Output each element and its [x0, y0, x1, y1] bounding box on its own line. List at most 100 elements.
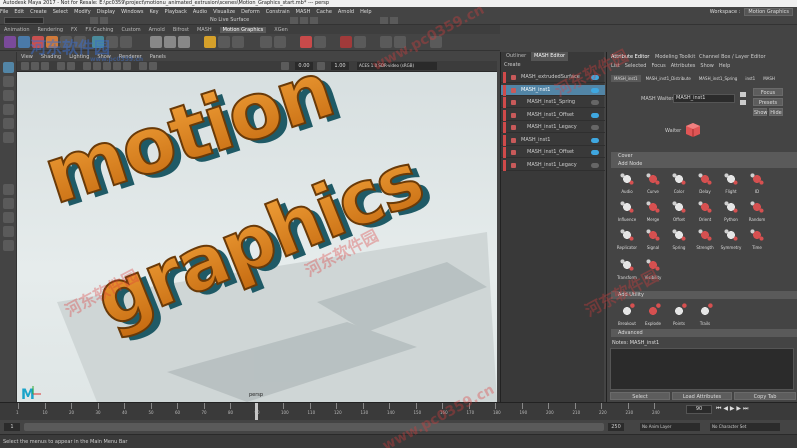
shelf-tab-fx[interactable]: FX [71, 27, 77, 33]
skydome-icon[interactable] [232, 36, 244, 48]
step-back-icon[interactable]: ◀ [723, 405, 728, 412]
load-attributes-button[interactable]: Load Attributes [672, 392, 732, 400]
input-connection-icon[interactable] [740, 92, 746, 97]
shelf-tab-animation[interactable]: Animation [4, 27, 30, 33]
snap-grid-icon[interactable] [290, 17, 298, 24]
node-enable-toggle[interactable] [591, 87, 599, 93]
menu-mash[interactable]: MASH [296, 9, 311, 15]
notes-textarea[interactable] [610, 348, 794, 390]
mash-node-row[interactable]: MASH_inst1_Offset [501, 109, 605, 121]
exposure-field[interactable]: 0.00 [295, 62, 313, 70]
graph-editor-icon[interactable] [354, 36, 366, 48]
lights-icon[interactable] [113, 62, 121, 70]
python-node-icon[interactable] [722, 198, 740, 216]
attr-menu-show[interactable]: Show [700, 63, 714, 69]
select-button[interactable]: Select [610, 392, 670, 400]
rotate-tool-icon[interactable] [3, 118, 14, 129]
paint-select-icon[interactable] [3, 90, 14, 101]
node-tab[interactable]: inst1 [742, 75, 758, 82]
shelf-tab-arnold[interactable]: Arnold [149, 27, 165, 33]
playhead[interactable] [255, 403, 258, 420]
delay-node-icon[interactable] [696, 170, 714, 188]
strength-node-icon[interactable] [696, 226, 714, 244]
attr-menu-attributes[interactable]: Attributes [671, 63, 696, 69]
graph-pane-icon[interactable] [3, 240, 14, 251]
shelf-tab-motion-graphics[interactable]: Motion Graphics [219, 27, 267, 33]
shelf-tab-mash[interactable]: MASH [197, 27, 212, 33]
sphere-icon[interactable] [150, 36, 162, 48]
section-advanced[interactable]: Advanced [611, 329, 797, 337]
workspace-value[interactable]: Motion Graphics [744, 8, 793, 16]
mode-dropdown[interactable] [4, 17, 44, 24]
textured-icon[interactable] [103, 62, 111, 70]
shelf-tab-bifrost[interactable]: Bifrost [173, 27, 189, 33]
current-frame-field[interactable]: 90 [686, 405, 712, 414]
shadows-icon[interactable] [123, 62, 131, 70]
node-enable-toggle[interactable] [591, 162, 599, 168]
camera-icon[interactable] [218, 36, 230, 48]
range-bar[interactable] [24, 423, 604, 431]
mash-node-row[interactable]: MASH_inst1_Spring [501, 97, 605, 108]
tab-channel-box[interactable]: Channel Box / Layer Editor [699, 54, 766, 61]
light-icon[interactable] [204, 36, 216, 48]
menu-constrain[interactable]: Constrain [266, 9, 290, 15]
menu-audio[interactable]: Audio [193, 9, 207, 15]
camera-select-icon[interactable] [21, 62, 29, 70]
id-node-icon[interactable] [748, 170, 766, 188]
character-set-dropdown[interactable]: No Character Set [710, 423, 780, 431]
menu-windows[interactable]: Windows [121, 9, 143, 15]
snap-curve-icon[interactable] [300, 17, 308, 24]
create-menu[interactable]: Create [504, 62, 521, 68]
ipr-render-icon[interactable] [390, 17, 398, 24]
go-end-icon[interactable]: ⏭ [743, 405, 748, 412]
3d-viewport[interactable]: motion motion graphics graphics M persp [17, 72, 497, 402]
menu-edit[interactable]: Edit [14, 9, 24, 15]
shelf-tab-xgen[interactable]: XGen [274, 27, 288, 33]
menu-arnold[interactable]: Arnold [338, 9, 354, 15]
image-plane-icon[interactable] [57, 62, 65, 70]
menu-visualize[interactable]: Visualize [213, 9, 235, 15]
node-tab[interactable]: MASH [760, 75, 778, 82]
influence-node-icon[interactable] [618, 198, 636, 216]
node-enable-toggle[interactable] [591, 112, 599, 118]
shelf-tab-custom[interactable]: Custom [121, 27, 140, 33]
four-pane-icon[interactable] [3, 198, 14, 209]
gamma-field[interactable]: 1.00 [331, 62, 349, 70]
select-tool-icon[interactable] [3, 62, 14, 73]
lock-camera-icon[interactable] [31, 62, 39, 70]
exposure-icon[interactable] [281, 62, 289, 70]
spring-node-icon[interactable] [670, 226, 688, 244]
time-slider[interactable]: 1102030405060708090100110120130140150160… [0, 402, 797, 420]
explode-utility-icon[interactable] [644, 302, 662, 320]
lasso-tool-icon[interactable] [3, 76, 14, 87]
section-add-node[interactable]: Add Node [611, 160, 797, 168]
shelf-tab-fx-caching[interactable]: FX Caching [85, 27, 113, 33]
symmetry-node-icon[interactable] [722, 226, 740, 244]
undo-icon[interactable] [90, 17, 98, 24]
play-icon[interactable]: ▶ [730, 405, 735, 412]
menu-file[interactable]: File [0, 9, 8, 15]
viewport-menu-panels[interactable]: Panels [150, 54, 166, 60]
node-name-field[interactable]: MASH_inst1 [673, 94, 735, 103]
mash-node-row[interactable]: MASH_inst1_Legacy [501, 159, 605, 171]
single-pane-icon[interactable] [3, 184, 14, 195]
node-enable-toggle[interactable] [591, 137, 599, 143]
two-pane-icon[interactable] [3, 212, 14, 223]
tab-modeling-toolkit[interactable]: Modeling Toolkit [655, 54, 695, 61]
distribute-icon[interactable] [18, 36, 30, 48]
replicator-node-icon[interactable] [618, 226, 636, 244]
random-node-icon[interactable] [748, 198, 766, 216]
menu-select[interactable]: Select [53, 9, 68, 15]
range-start-field[interactable]: 1 [4, 423, 20, 431]
move-tool-icon[interactable] [3, 104, 14, 115]
smooth-shade-icon[interactable] [93, 62, 101, 70]
output-connection-icon[interactable] [740, 100, 746, 105]
mash-node-row[interactable]: MASH_inst1_Legacy [501, 122, 605, 133]
show-button[interactable]: Show [753, 108, 768, 116]
keyframe-icon[interactable] [340, 36, 352, 48]
snap-point-icon[interactable] [310, 17, 318, 24]
menu-display[interactable]: Display [97, 9, 115, 15]
hide-button[interactable]: Hide [769, 108, 783, 116]
dynamics-icon[interactable] [300, 36, 312, 48]
time-node-icon[interactable] [748, 226, 766, 244]
